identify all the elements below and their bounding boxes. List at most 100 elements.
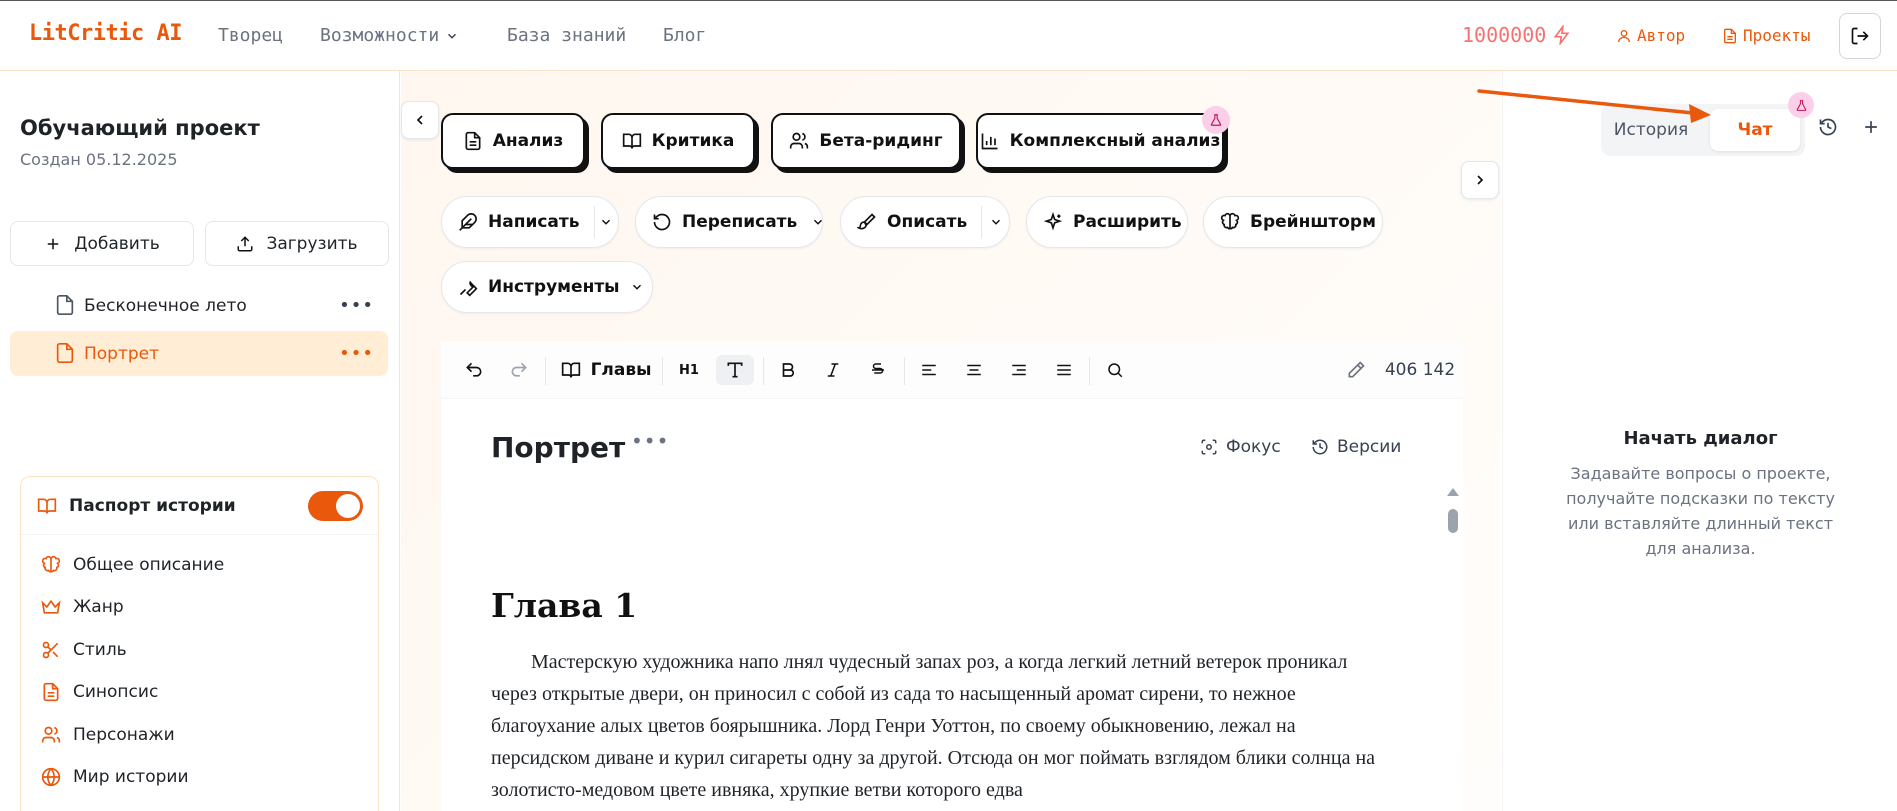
text-type-icon[interactable]: [716, 355, 754, 385]
history-icon: [1311, 438, 1329, 456]
expand-button[interactable]: Расширить: [1026, 196, 1188, 248]
heading1-button[interactable]: H1: [674, 355, 704, 385]
document-body-text[interactable]: Мастерскую художника напо лнял чудесный …: [491, 646, 1396, 806]
collapse-left-button[interactable]: [401, 101, 439, 139]
add-button[interactable]: Добавить: [10, 221, 194, 266]
scroll-up-arrow[interactable]: [1446, 487, 1460, 497]
mode-label: Бета-ридинг: [819, 131, 943, 151]
file-text-icon: [463, 131, 483, 151]
logo[interactable]: LitCritic AI: [29, 21, 182, 46]
crown-icon: [41, 597, 61, 617]
mode-label: Анализ: [492, 131, 564, 151]
describe-label: Описать: [887, 212, 968, 232]
focus-label: Фокус: [1226, 437, 1281, 457]
plus-icon[interactable]: [1861, 117, 1881, 137]
user-icon: [1616, 28, 1632, 44]
users-icon: [789, 131, 809, 151]
main-area: Анализ Критика Бета-ридинг Комплексный а…: [401, 71, 1501, 811]
mode-beta-reading-button[interactable]: Бета-ридинг: [771, 113, 961, 169]
beaker-icon: [1202, 106, 1230, 134]
mode-analysis-button[interactable]: Анализ: [441, 113, 585, 169]
nav-link-creator[interactable]: Творец: [218, 25, 283, 46]
strikethrough-icon[interactable]: [863, 355, 893, 385]
chevron-down-icon[interactable]: [982, 215, 1009, 229]
redo-icon[interactable]: [504, 355, 534, 385]
upload-button[interactable]: Загрузить: [205, 221, 389, 266]
passport-item-overview[interactable]: Общее описание: [41, 555, 224, 575]
focus-button[interactable]: Фокус: [1200, 437, 1281, 457]
write-button[interactable]: Написать: [441, 196, 619, 248]
chevron-down-icon[interactable]: [594, 215, 618, 229]
focus-icon: [1200, 438, 1218, 456]
align-center-icon[interactable]: [959, 355, 989, 385]
brain-icon: [41, 555, 61, 575]
brush-icon: [857, 212, 877, 232]
align-justify-icon[interactable]: [1049, 355, 1079, 385]
character-count: 406 142: [1384, 360, 1456, 380]
passport-toggle[interactable]: [308, 491, 363, 521]
history-icon[interactable]: [1818, 117, 1838, 137]
chevron-right-icon: [1472, 172, 1488, 188]
passport-title: Паспорт истории: [69, 495, 236, 516]
scrollbar-thumb[interactable]: [1448, 509, 1458, 533]
passport-item-style[interactable]: Стиль: [41, 640, 127, 660]
beaker-icon: [1788, 92, 1814, 118]
undo-icon[interactable]: [459, 355, 489, 385]
top-navbar: LitCritic AI Творец Возможности База зна…: [0, 0, 1897, 71]
projects-label: Проекты: [1743, 26, 1811, 45]
pen-icon[interactable]: [1341, 355, 1371, 385]
upload-label: Загрузить: [266, 233, 358, 254]
credits-balance: 1000000: [1462, 23, 1572, 47]
nav-link-label: Творец: [218, 25, 284, 46]
chevron-down-icon[interactable]: [811, 215, 825, 229]
nav-link-label: Блог: [663, 25, 707, 46]
empty-state-title: Начать диалог: [1623, 428, 1778, 449]
mode-complex-analysis-button[interactable]: Комплексный анализ: [976, 113, 1224, 169]
nav-link-features[interactable]: Возможности: [320, 25, 459, 46]
bold-icon[interactable]: [773, 355, 803, 385]
tools-button[interactable]: Инструменты: [441, 261, 653, 313]
passport-item-synopsis[interactable]: Синопсис: [41, 682, 158, 702]
author-link[interactable]: Автор: [1616, 26, 1685, 45]
align-right-icon[interactable]: [1004, 355, 1034, 385]
chevron-left-icon: [412, 112, 428, 128]
nav-link-blog[interactable]: Блог: [663, 25, 706, 46]
rewrite-button[interactable]: Переписать: [635, 196, 823, 248]
nav-link-label: Возможности: [320, 25, 440, 46]
logout-button[interactable]: [1839, 13, 1881, 59]
projects-link[interactable]: Проекты: [1722, 26, 1810, 45]
nav-link-knowledge-base[interactable]: База знаний: [507, 25, 626, 46]
mode-critique-button[interactable]: Критика: [601, 113, 755, 169]
more-icon[interactable]: •••: [339, 343, 374, 364]
file-icon: [54, 342, 76, 364]
nav-link-label: База знаний: [507, 25, 627, 46]
plus-icon: [44, 235, 62, 253]
align-left-icon[interactable]: [914, 355, 944, 385]
left-sidebar: Обучающий проект Создан 05.12.2025 Добав…: [0, 71, 400, 811]
search-icon[interactable]: [1100, 355, 1130, 385]
more-icon[interactable]: •••: [631, 429, 669, 453]
author-label: Автор: [1637, 26, 1686, 45]
versions-button[interactable]: Версии: [1311, 437, 1401, 457]
mode-label: Комплексный анализ: [1009, 131, 1221, 151]
passport-item-characters[interactable]: Персонажи: [41, 725, 175, 745]
editor: Главы H1 406 142 Портрет ••• Фокус Верси…: [441, 341, 1463, 811]
scissors-icon: [41, 640, 61, 660]
book-open-icon[interactable]: [556, 355, 586, 385]
document-title: Портрет: [491, 431, 626, 464]
describe-button[interactable]: Описать: [840, 196, 1010, 248]
italic-icon[interactable]: [818, 355, 848, 385]
brainstorm-button[interactable]: Брейншторм: [1203, 196, 1383, 248]
passport-item-genre[interactable]: Жанр: [41, 597, 124, 617]
credits-value: 1000000: [1462, 23, 1547, 47]
annotation-arrow: [1477, 89, 1711, 123]
more-icon[interactable]: •••: [339, 295, 374, 316]
passport-item-world[interactable]: Мир истории: [41, 767, 189, 787]
document-item[interactable]: Бесконечное лето •••: [10, 283, 388, 328]
passport-item-label: Общее описание: [73, 555, 225, 575]
document-item-active[interactable]: Портрет •••: [10, 331, 388, 376]
passport-item-label: Мир истории: [73, 767, 189, 787]
chapters-button[interactable]: Главы: [591, 355, 652, 385]
passport-item-label: Стиль: [73, 640, 127, 660]
collapse-right-button[interactable]: [1461, 161, 1499, 199]
